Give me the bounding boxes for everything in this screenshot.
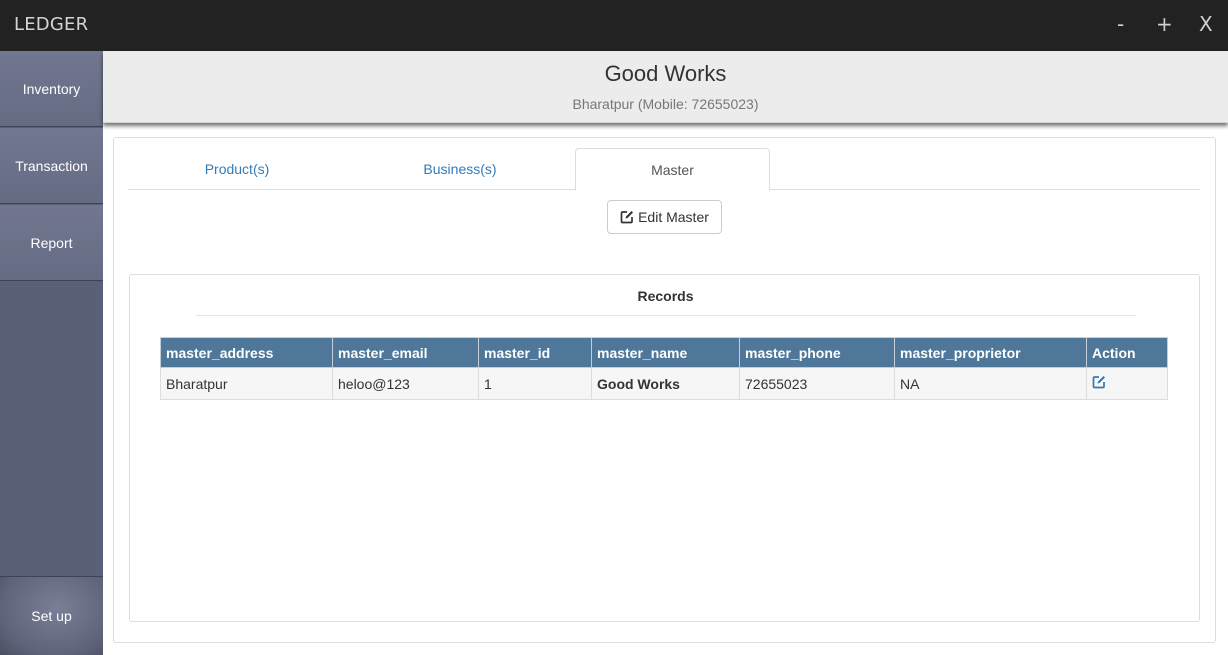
sidebar-item-inventory[interactable]: Inventory (0, 51, 103, 127)
cell-master-email: heloo@123 (332, 367, 479, 400)
column-header[interactable]: master_proprietor (894, 337, 1087, 368)
cell-master-phone: 72655023 (739, 367, 895, 400)
records-panel: Records master_address master_email mast… (129, 274, 1200, 622)
app-title: LEDGER (14, 14, 89, 35)
main-panel: Product(s) Business(s) Master Edit Maste… (113, 137, 1216, 643)
column-header[interactable]: master_name (591, 337, 740, 368)
sidebar-item-label: Transaction (15, 157, 88, 174)
cell-master-proprietor: NA (894, 367, 1087, 400)
column-header[interactable]: master_id (478, 337, 592, 368)
app-window: LEDGER - + X Inventory Transaction Repor… (0, 0, 1228, 655)
column-header[interactable]: master_email (332, 337, 479, 368)
sidebar: Inventory Transaction Report Set up (0, 51, 103, 655)
tab-business[interactable]: Business(s) (351, 148, 569, 190)
cell-master-address: Bharatpur (160, 367, 333, 400)
sidebar-item-label: Report (30, 234, 73, 251)
page-header: Good Works Bharatpur (Mobile: 72655023) (103, 51, 1228, 123)
page-title: Good Works (604, 61, 727, 86)
close-button[interactable]: X (1199, 12, 1213, 36)
maximize-button[interactable]: + (1156, 12, 1173, 36)
tab-bar: Product(s) Business(s) Master (128, 148, 1200, 191)
records-title: Records (637, 288, 694, 304)
column-header[interactable]: master_phone (739, 337, 895, 368)
edit-master-label: Edit Master (638, 209, 709, 225)
edit-icon[interactable] (1092, 375, 1106, 389)
sidebar-item-label: Set up (31, 608, 72, 624)
edit-master-button[interactable]: Edit Master (607, 200, 722, 234)
table-header-row: master_address master_email master_id ma… (160, 337, 1168, 368)
sidebar-item-label: Inventory (22, 80, 81, 97)
title-bar: LEDGER - + X (0, 0, 1228, 51)
minimize-button[interactable]: - (1117, 12, 1124, 36)
divider (196, 315, 1136, 316)
records-table: master_address master_email master_id ma… (160, 337, 1168, 400)
tab-master[interactable]: Master (575, 148, 770, 191)
sidebar-item-transaction[interactable]: Transaction (0, 128, 103, 204)
sidebar-item-setup[interactable]: Set up (0, 576, 103, 655)
cell-action (1086, 367, 1168, 400)
cell-master-name: Good Works (591, 367, 740, 400)
table-row: Bharatpur heloo@123 1 Good Works 7265502… (160, 367, 1168, 400)
edit-icon (620, 211, 634, 224)
tab-products[interactable]: Product(s) (128, 148, 346, 190)
column-header: Action (1086, 337, 1168, 368)
page-subtitle: Bharatpur (Mobile: 72655023) (572, 96, 759, 112)
cell-master-id: 1 (478, 367, 592, 400)
sidebar-item-report[interactable]: Report (0, 205, 103, 281)
column-header[interactable]: master_address (160, 337, 333, 368)
